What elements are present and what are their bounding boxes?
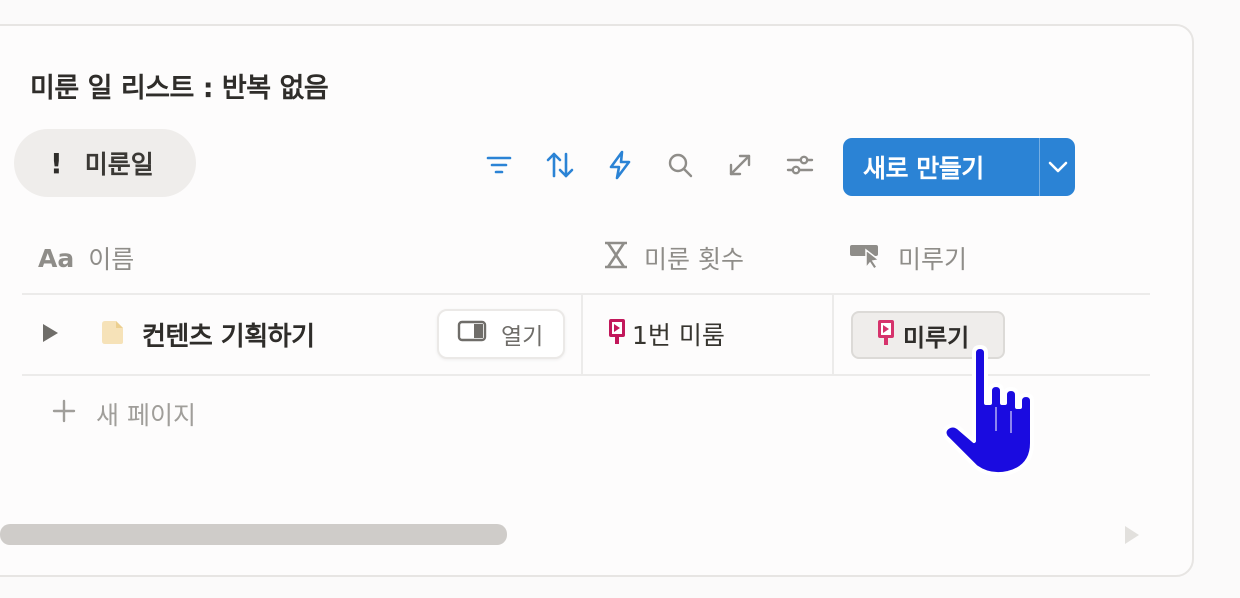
column-header-label: 이름 [88, 245, 135, 274]
column-header-label: 미룬 횟수 [644, 245, 744, 274]
column-divider [832, 295, 834, 374]
bookmark-icon [875, 317, 897, 353]
settings-icon[interactable] [783, 148, 817, 182]
view-tab-label: 미룬일 [84, 150, 154, 179]
new-button[interactable]: 새로 만들기 [843, 138, 1075, 196]
defer-count-cell[interactable]: 1번 미룸 [606, 316, 725, 352]
page-icon [98, 318, 126, 350]
open-page-button[interactable]: 열기 [437, 309, 565, 359]
horizontal-scrollbar[interactable] [0, 524, 507, 545]
new-page-label: 새 페이지 [96, 401, 196, 430]
exclamation-icon: ! [50, 146, 63, 180]
automation-icon[interactable] [603, 148, 637, 182]
side-peek-icon [457, 320, 487, 348]
row-divider [22, 293, 1150, 295]
column-header-defer-count[interactable]: 미룬 횟수 [602, 238, 744, 278]
view-tab-deferred[interactable]: ! 미룬일 [14, 129, 196, 197]
scroll-right-icon[interactable] [1122, 524, 1142, 550]
button-cursor-icon [848, 240, 884, 276]
column-header-defer[interactable]: 미루기 [848, 238, 967, 278]
filter-icon[interactable] [482, 148, 516, 182]
plus-icon [52, 399, 76, 429]
hourglass-icon [602, 240, 630, 276]
database-title[interactable]: 미룬 일 리스트 : 반복 없음 [30, 66, 329, 105]
text-property-icon: Aa [38, 243, 75, 273]
column-header-name[interactable]: Aa 이름 [38, 238, 134, 278]
row-page-title[interactable]: 컨텐츠 기획하기 [142, 316, 315, 353]
bookmark-icon [606, 316, 628, 352]
sort-icon[interactable] [543, 148, 577, 182]
column-header-label: 미루기 [898, 245, 968, 274]
new-button-label: 새로 만들기 [863, 154, 984, 183]
hand-pointer-cursor-icon [938, 345, 1048, 489]
open-page-label: 열기 [501, 324, 544, 350]
defer-count-value: 1번 미룸 [632, 321, 725, 350]
chevron-down-icon[interactable] [1040, 160, 1075, 174]
column-divider [581, 295, 583, 374]
search-icon[interactable] [663, 148, 697, 182]
toggle-arrow-icon[interactable] [40, 322, 60, 348]
new-page-button[interactable]: 새 페이지 [52, 396, 196, 432]
database-card [0, 24, 1194, 577]
expand-icon[interactable] [723, 148, 757, 182]
